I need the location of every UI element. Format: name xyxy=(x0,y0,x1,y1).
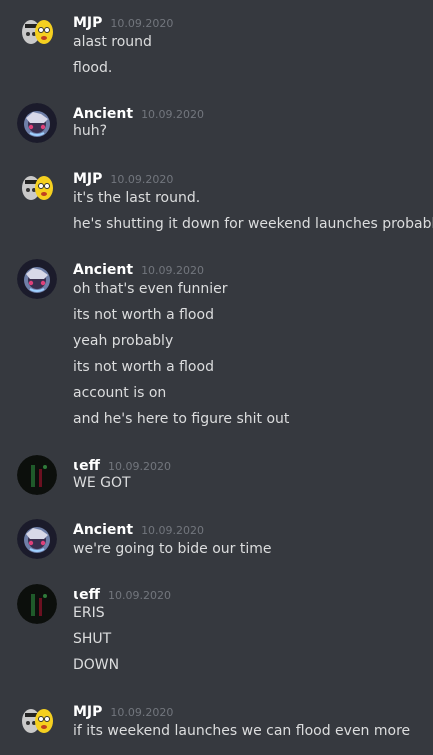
message-header: Ancient 10.09.2020 xyxy=(73,519,204,539)
message-text: if its weekend launches we can flood eve… xyxy=(73,723,411,739)
message-text: its not worth a flood xyxy=(73,307,214,323)
mjp-avatar[interactable] xyxy=(17,701,57,741)
ancient-avatar[interactable] xyxy=(17,103,57,143)
message-text: yeah probably xyxy=(73,333,174,349)
message-text: ERIS xyxy=(73,605,105,621)
message-header: ɩeff 10.09.2020 xyxy=(73,584,171,604)
mjp-avatar[interactable] xyxy=(17,168,57,208)
message-header: Ancient 10.09.2020 xyxy=(73,259,204,279)
message-header: Ancient 10.09.2020 xyxy=(73,103,204,123)
timestamp: 10.09.2020 xyxy=(141,524,205,537)
message-text: flood. xyxy=(73,60,113,76)
username[interactable]: MJP xyxy=(73,704,102,720)
message-text: it's the last round. xyxy=(73,190,201,206)
chat-message-list: MJP 10.09.2020 alast round flood. Ancient… xyxy=(0,0,433,755)
jeff-avatar[interactable] xyxy=(17,584,57,624)
timestamp: 10.09.2020 xyxy=(141,108,205,121)
timestamp: 10.09.2020 xyxy=(108,589,171,602)
message-text: alast round xyxy=(73,34,152,50)
message-text: he's shutting it down for weekend launch… xyxy=(73,216,433,232)
message-header: MJP 10.09.2020 xyxy=(73,12,173,32)
timestamp: 10.09.2020 xyxy=(108,460,171,473)
timestamp: 10.09.2020 xyxy=(110,173,174,186)
username[interactable]: MJP xyxy=(73,15,102,31)
timestamp: 10.09.2020 xyxy=(110,706,174,719)
message-text: and he's here to figure shit out xyxy=(73,411,290,427)
username[interactable]: ɩeff xyxy=(73,587,100,603)
message-text: huh? xyxy=(73,123,108,139)
mjp-avatar[interactable] xyxy=(17,12,57,52)
username[interactable]: MJP xyxy=(73,171,102,187)
username[interactable]: ɩeff xyxy=(73,458,100,474)
username[interactable]: Ancient xyxy=(73,522,133,538)
timestamp: 10.09.2020 xyxy=(110,17,174,30)
message-text: its not worth a flood xyxy=(73,359,214,375)
message-header: MJP 10.09.2020 xyxy=(73,701,173,721)
message-text: DOWN xyxy=(73,657,120,673)
username[interactable]: Ancient xyxy=(73,262,133,278)
ancient-avatar[interactable] xyxy=(17,259,57,299)
ancient-avatar[interactable] xyxy=(17,519,57,559)
jeff-avatar[interactable] xyxy=(17,455,57,495)
message-text: SHUT xyxy=(73,631,112,647)
message-text: account is on xyxy=(73,385,167,401)
message-header: MJP 10.09.2020 xyxy=(73,168,173,188)
username[interactable]: Ancient xyxy=(73,106,133,122)
timestamp: 10.09.2020 xyxy=(141,264,205,277)
message-text: oh that's even funnier xyxy=(73,281,228,297)
message-text: we're going to bide our time xyxy=(73,541,272,557)
message-text: WE GOT xyxy=(73,475,131,491)
message-header: ɩeff 10.09.2020 xyxy=(73,455,171,475)
